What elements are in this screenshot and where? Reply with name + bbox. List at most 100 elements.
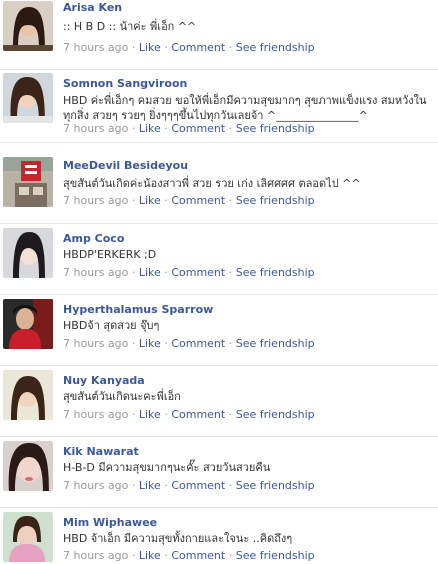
profile-photo-icon (3, 441, 53, 491)
separator: · (228, 408, 233, 421)
post-message: H-B-D มีความสุขมากๆนะคั๊ะ สวยวันสวยคืน (63, 461, 271, 474)
separator: · (164, 549, 168, 562)
comment-link[interactable]: Comment (171, 266, 225, 279)
separator: · (228, 194, 233, 207)
see-friendship-link[interactable]: See friendship (236, 194, 315, 207)
post-meta: 7 hours ago · Like · Comment · See frien… (63, 266, 315, 279)
separator: · (164, 408, 168, 421)
post-message: HBDP'ERKERK ;D (63, 248, 157, 261)
post-timestamp: 7 hours ago (63, 479, 129, 492)
post-message: สุขสันต์วันเกิดนะคะพี่เอ็ก (63, 390, 181, 403)
wall-post: Kik Nawarat H-B-D มีความสุขมากๆนะคั๊ะ สว… (0, 438, 438, 508)
avatar[interactable] (3, 157, 53, 207)
separator: · (228, 41, 233, 54)
separator: · (228, 479, 233, 492)
post-meta: 7 hours ago · Like · Comment · See frien… (63, 194, 315, 207)
separator: · (164, 194, 168, 207)
author-name-link[interactable]: MeeDevil Besideyou (63, 159, 188, 172)
wall-post: Hyperthalamus Sparrow HBDจ้า สุดสวย จุ๊บ… (0, 296, 438, 366)
like-link[interactable]: Like (139, 549, 161, 562)
wall-post: Amp Coco HBDP'ERKERK ;D 7 hours ago · Li… (0, 225, 438, 295)
see-friendship-link[interactable]: See friendship (236, 408, 315, 421)
comment-link[interactable]: Comment (171, 194, 225, 207)
author-name-link[interactable]: Kik Nawarat (63, 445, 139, 458)
post-message: :: H B D :: น้าค่ะ พี่เอ็ก ^^ (63, 20, 197, 33)
see-friendship-link[interactable]: See friendship (236, 337, 315, 350)
avatar[interactable] (3, 299, 53, 349)
wall-post: Mim Wiphawee HBD จ้าเอ็ก มีความสุขทั้งกา… (0, 509, 438, 564)
separator: · (164, 266, 168, 279)
avatar[interactable] (3, 512, 53, 562)
see-friendship-link[interactable]: See friendship (236, 41, 315, 54)
separator: · (164, 337, 168, 350)
like-link[interactable]: Like (139, 479, 161, 492)
post-message: HBD ค่ะพี่เอ็กๆ คมสวย ขอให้พี่เอ็กมีความ… (63, 94, 427, 122)
profile-photo-icon (3, 1, 53, 51)
author-name-link[interactable]: Mim Wiphawee (63, 516, 157, 529)
avatar[interactable] (3, 73, 53, 123)
wall-post: MeeDevil Besideyou สุขสันต์วันเกิดค่ะน้อ… (0, 154, 438, 224)
see-friendship-link[interactable]: See friendship (236, 549, 315, 562)
post-timestamp: 7 hours ago (63, 408, 129, 421)
profile-photo-icon (3, 299, 53, 349)
like-link[interactable]: Like (139, 194, 161, 207)
like-link[interactable]: Like (139, 266, 161, 279)
separator: · (131, 194, 136, 207)
separator: · (131, 479, 136, 492)
avatar[interactable] (3, 441, 53, 491)
comment-link[interactable]: Comment (171, 337, 225, 350)
comment-link[interactable]: Comment (171, 122, 225, 135)
separator: · (228, 337, 233, 350)
post-meta: 7 hours ago · Like · Comment · See frien… (63, 408, 315, 421)
wall-post: Somnon Sangviroon HBD ค่ะพี่เอ็กๆ คมสวย … (0, 71, 438, 143)
wall-post: Nuy Kanyada สุขสันต์วันเกิดนะคะพี่เอ็ก 7… (0, 367, 438, 437)
like-link[interactable]: Like (139, 337, 161, 350)
profile-photo-icon (3, 512, 53, 562)
avatar[interactable] (3, 1, 53, 51)
like-link[interactable]: Like (139, 122, 161, 135)
like-link[interactable]: Like (139, 41, 161, 54)
post-message: HBD จ้าเอ็ก มีความสุขทั้งกายและใจนะ ..คิ… (63, 532, 293, 545)
separator: · (131, 122, 136, 135)
wall-post-feed: Arisa Ken :: H B D :: น้าค่ะ พี่เอ็ก ^^ … (0, 0, 438, 564)
author-name-link[interactable]: Amp Coco (63, 232, 124, 245)
post-timestamp: 7 hours ago (63, 337, 129, 350)
post-meta: 7 hours ago · Like · Comment · See frien… (63, 479, 315, 492)
see-friendship-link[interactable]: See friendship (236, 266, 315, 279)
profile-photo-icon (3, 157, 53, 207)
avatar[interactable] (3, 228, 53, 278)
profile-photo-icon (3, 370, 53, 420)
comment-link[interactable]: Comment (171, 408, 225, 421)
separator: · (164, 122, 168, 135)
separator: · (131, 408, 136, 421)
author-name-link[interactable]: Nuy Kanyada (63, 374, 145, 387)
separator: · (228, 122, 233, 135)
separator: · (131, 549, 136, 562)
post-message: HBDจ้า สุดสวย จุ๊บๆ (63, 319, 160, 332)
separator: · (228, 266, 233, 279)
separator: · (164, 41, 168, 54)
separator: · (131, 266, 136, 279)
author-name-link[interactable]: Somnon Sangviroon (63, 77, 187, 90)
post-meta: 7 hours ago · Like · Comment · See frien… (63, 549, 315, 562)
profile-photo-icon (3, 73, 53, 123)
post-meta: 7 hours ago · Like · Comment · See frien… (63, 122, 315, 135)
avatar[interactable] (3, 370, 53, 420)
comment-link[interactable]: Comment (171, 549, 225, 562)
profile-photo-icon (3, 228, 53, 278)
wall-post: Arisa Ken :: H B D :: น้าค่ะ พี่เอ็ก ^^ … (0, 0, 438, 70)
post-timestamp: 7 hours ago (63, 549, 129, 562)
post-timestamp: 7 hours ago (63, 122, 129, 135)
see-friendship-link[interactable]: See friendship (236, 122, 315, 135)
post-timestamp: 7 hours ago (63, 41, 129, 54)
like-link[interactable]: Like (139, 408, 161, 421)
comment-link[interactable]: Comment (171, 479, 225, 492)
separator: · (164, 479, 168, 492)
post-meta: 7 hours ago · Like · Comment · See frien… (63, 337, 315, 350)
comment-link[interactable]: Comment (171, 41, 225, 54)
see-friendship-link[interactable]: See friendship (236, 479, 315, 492)
post-meta: 7 hours ago · Like · Comment · See frien… (63, 41, 315, 54)
author-name-link[interactable]: Arisa Ken (63, 1, 122, 14)
author-name-link[interactable]: Hyperthalamus Sparrow (63, 303, 213, 316)
separator: · (228, 549, 233, 562)
